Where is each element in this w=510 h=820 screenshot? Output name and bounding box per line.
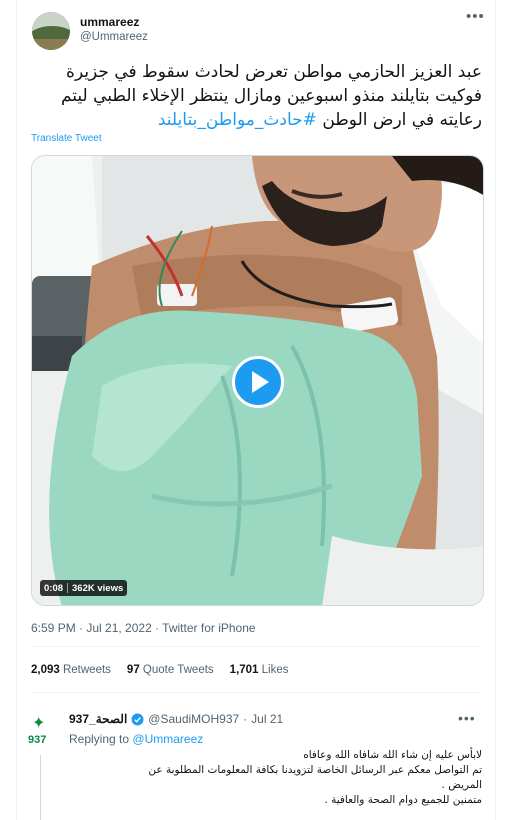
- hashtag-link[interactable]: #حادث_مواطن_بتايلند: [158, 110, 317, 130]
- tweet-text-line: فوكيت بتايلند منذو اسبوعين ومازال ينتظر …: [60, 86, 482, 106]
- reply-date[interactable]: Jul 21: [251, 712, 283, 726]
- retweets-stat[interactable]: 2,093 Retweets: [31, 664, 111, 676]
- more-options-icon[interactable]: •••: [458, 710, 476, 726]
- author-handle[interactable]: @Ummareez: [80, 31, 148, 43]
- tweet-meta[interactable]: 6:59 PM · Jul 21, 2022 · Twitter for iPh…: [31, 621, 256, 635]
- video-duration: 0:08: [44, 582, 64, 594]
- tweet-text-line: رعايته في ارض الوطن: [322, 110, 482, 130]
- verified-badge-icon: [131, 713, 144, 726]
- reply-author-name[interactable]: 937_الصحة: [69, 712, 127, 726]
- reply-text: لابأس عليه إن شاء الله شافاه الله وعافاه…: [148, 749, 482, 806]
- play-icon[interactable]: [232, 356, 284, 408]
- author-name[interactable]: ummareez: [80, 15, 139, 29]
- tweet-stats: 2,093 Retweets 97 Quote Tweets 1,701 Lik…: [31, 664, 289, 676]
- reply-header: 937_الصحة @SaudiMOH937 · Jul 21: [69, 712, 284, 726]
- divider: [31, 692, 481, 693]
- thread-line: [40, 755, 41, 820]
- video-views: 362K views: [72, 582, 124, 594]
- quote-tweets-stat[interactable]: 97 Quote Tweets: [127, 664, 214, 676]
- reply-author-handle[interactable]: @SaudiMOH937: [148, 712, 239, 726]
- video-player[interactable]: 0:08 362K views: [31, 155, 484, 606]
- likes-stat[interactable]: 1,701 Likes: [230, 664, 289, 676]
- video-info-badge: 0:08 362K views: [40, 580, 128, 596]
- mention-link[interactable]: @Ummareez: [132, 732, 203, 746]
- tweet-text: عبد العزيز الحازمي مواطن تعرض لحادث سقوط…: [30, 60, 482, 132]
- author-avatar[interactable]: [32, 12, 70, 50]
- divider: [31, 646, 481, 647]
- tweet-text-line: عبد العزيز الحازمي مواطن تعرض لحادث سقوط…: [66, 62, 482, 82]
- replying-to: Replying to @Ummareez: [69, 732, 204, 746]
- translate-tweet-link[interactable]: Translate Tweet: [31, 133, 102, 144]
- moh-logo-icon[interactable]: ✦ 937: [26, 716, 56, 750]
- more-options-icon[interactable]: •••: [466, 8, 485, 25]
